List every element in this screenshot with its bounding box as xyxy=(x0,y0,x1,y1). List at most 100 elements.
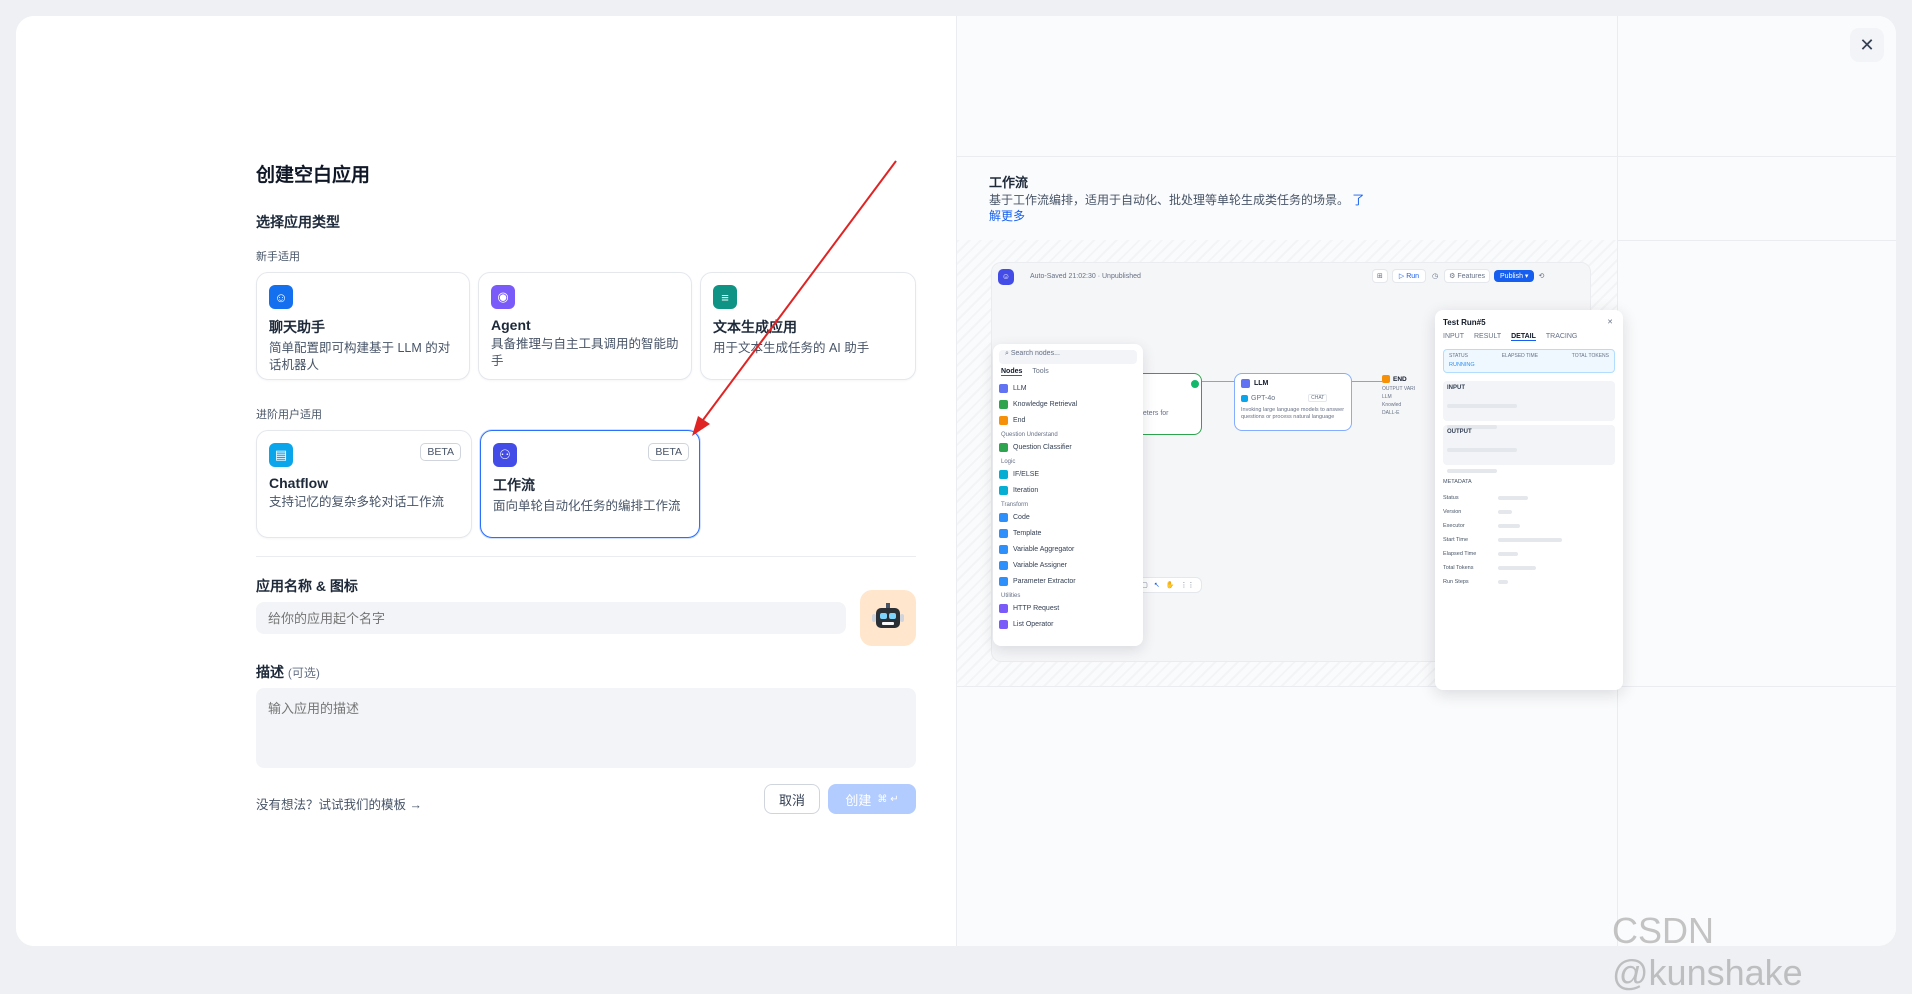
node-search-placeholder: Search nodes... xyxy=(1010,350,1060,357)
node-item-label: Knowledge Retrieval xyxy=(1013,400,1078,408)
run-button: ▷ Run xyxy=(1391,269,1427,283)
node-item-label: LLM xyxy=(1013,384,1027,392)
edge-line xyxy=(1202,381,1234,382)
model-icon xyxy=(1241,394,1248,402)
preview-toolbar: ⊞ ▷ Run ◷ ⚙ Features Publish ▾ ⟲ xyxy=(1372,269,1544,283)
features-label: Features xyxy=(1457,273,1486,280)
tab-nodes: Nodes xyxy=(1001,368,1023,376)
status-head: STATUS xyxy=(1449,353,1468,359)
page-title: 创建空白应用 xyxy=(256,165,371,186)
node-group-heading: Question Understand xyxy=(1001,432,1058,438)
metadata-key: Elapsed Time xyxy=(1443,551,1477,557)
description-textarea[interactable] xyxy=(256,688,916,768)
card-chatflow[interactable]: ▤ BETA Chatflow 支持记忆的复杂多轮对话工作流 xyxy=(256,430,472,538)
node-search-input: ⌕ Search nodes... xyxy=(999,350,1137,364)
card-workflow[interactable]: ⚇ BETA 工作流 面向单轮自动化任务的编排工作流 xyxy=(480,430,700,538)
create-app-modal: 创建空白应用 选择应用类型 新手适用 ☺ 聊天助手 简单配置即可构建基于 LLM… xyxy=(16,16,1896,946)
placeholder-bar xyxy=(1498,552,1518,556)
app-name-input[interactable] xyxy=(256,602,846,634)
node-item: Parameter Extractor xyxy=(999,573,1137,589)
end-node: END OUTPUT VARI LLM Knowled DALL-E xyxy=(1382,375,1415,439)
layout-icon: ⊞ xyxy=(1372,269,1388,283)
metadata-list: Status Version Executor Start Time Elapsed T… xyxy=(1443,491,1615,589)
card-title: 聊天助手 xyxy=(269,319,325,335)
node-item: List Operator xyxy=(999,616,1137,632)
node-item: IF/ELSE xyxy=(999,466,1137,482)
metadata-key: Version xyxy=(1443,509,1462,515)
output-section: OUTPUT xyxy=(1443,425,1615,473)
run-label: Run xyxy=(1406,273,1420,280)
end-item: Knowled xyxy=(1382,402,1402,408)
agent-icon: ◉ xyxy=(491,285,515,309)
watermark: CSDN @kunshake xyxy=(1612,910,1803,993)
node-item: Variable Aggregator xyxy=(999,541,1137,557)
template-link[interactable]: 没有想法？试试我们的模板 → xyxy=(256,794,422,813)
cancel-button[interactable]: 取消 xyxy=(764,784,820,814)
test-run-panel: Test Run#5 ✕ INPUT RESULT DETAIL TRACING… xyxy=(1435,310,1623,690)
publish-button: Publish ▾ xyxy=(1494,270,1535,282)
card-chat-assistant[interactable]: ☺ 聊天助手 简单配置即可构建基于 LLM 的对话机器人 xyxy=(256,272,470,380)
metadata-key: Executor xyxy=(1443,523,1465,529)
output-label: OUTPUT xyxy=(1447,429,1472,435)
edge-line xyxy=(1352,381,1382,382)
node-icon xyxy=(999,469,1008,479)
card-desc: 支持记忆的复杂多轮对话工作流 xyxy=(269,495,445,509)
llm-icon xyxy=(1241,379,1250,388)
node-icon xyxy=(999,442,1008,452)
success-check-icon xyxy=(1191,380,1199,388)
grid-line xyxy=(957,686,1896,687)
input-section: INPUT xyxy=(1443,381,1615,429)
placeholder-bar xyxy=(1498,580,1508,584)
description-label: 描述 (可选) xyxy=(256,662,320,682)
placeholder-bar xyxy=(1498,566,1536,570)
llm-node: LLM GPT-4o CHAT Invoking large language … xyxy=(1234,373,1352,431)
node-item-label: Question Classifier xyxy=(1013,443,1072,451)
features-button: ⚙ Features xyxy=(1444,269,1491,283)
end-item: DALL-E xyxy=(1382,410,1400,416)
node-item: Knowledge Retrieval xyxy=(999,396,1137,412)
close-button[interactable]: ✕ xyxy=(1850,28,1884,62)
status-head: ELAPSED TIME xyxy=(1501,353,1539,359)
node-item-label: End xyxy=(1013,416,1026,424)
node-item-label: List Operator xyxy=(1013,620,1054,628)
metadata-row: Executor xyxy=(1443,519,1615,533)
node-group-heading: Transform xyxy=(1001,502,1029,508)
status-value: RUNNING xyxy=(1449,362,1475,368)
placeholder-bar xyxy=(1447,468,1497,473)
run-tab: TRACING xyxy=(1545,333,1578,340)
learn-more-link[interactable]: 解更多 xyxy=(989,209,1025,223)
placeholder-bar xyxy=(1498,524,1520,528)
node-icon xyxy=(999,560,1008,570)
metadata-key: Total Tokens xyxy=(1443,565,1474,571)
beta-badge: BETA xyxy=(420,443,461,461)
pointer-icon: ↖ xyxy=(1153,582,1160,589)
layout-icon: ⋮⋮ xyxy=(1180,582,1195,589)
metadata-label: METADATA xyxy=(1443,479,1472,485)
placeholder-bar xyxy=(1498,538,1562,542)
preview-pane: 工作流 基于工作流编排，适用于自动化、批处理等单轮生成类任务的场景。 了 解更多… xyxy=(956,16,1896,946)
chat-bot-icon: ☺ xyxy=(269,285,293,309)
app-icon-picker[interactable] xyxy=(860,590,916,646)
learn-more-link[interactable]: 了 xyxy=(1352,193,1364,207)
node-item: Iteration xyxy=(999,482,1137,498)
card-desc: 具备推理与自主工具调用的智能助手 xyxy=(491,337,679,368)
node-icon xyxy=(999,399,1008,409)
node-icon xyxy=(999,383,1008,393)
node-groups: LLM Knowledge Retrieval End Question Unders… xyxy=(999,380,1137,632)
node-item-label: Variable Aggregator xyxy=(1013,545,1075,553)
card-agent[interactable]: ◉ Agent 具备推理与自主工具调用的智能助手 xyxy=(478,272,692,380)
tab-tools: Tools xyxy=(1032,368,1049,375)
node-group-heading: Logic xyxy=(1001,459,1016,465)
card-desc: 面向单轮自动化任务的编排工作流 xyxy=(493,499,681,513)
workflow-icon: ⚇ xyxy=(493,443,517,467)
divider xyxy=(256,556,916,557)
llm-node-title: LLM xyxy=(1254,380,1269,387)
publish-label: Publish xyxy=(1500,273,1523,280)
history-icon: ◷ xyxy=(1432,273,1439,280)
node-item-label: Iteration xyxy=(1013,486,1039,494)
create-button[interactable]: 创建 ⌘ ↵ xyxy=(828,784,916,814)
node-item-label: Parameter Extractor xyxy=(1013,577,1076,585)
node-item: Code xyxy=(999,509,1137,525)
metadata-row: Start Time xyxy=(1443,533,1615,547)
node-icon xyxy=(999,485,1008,495)
